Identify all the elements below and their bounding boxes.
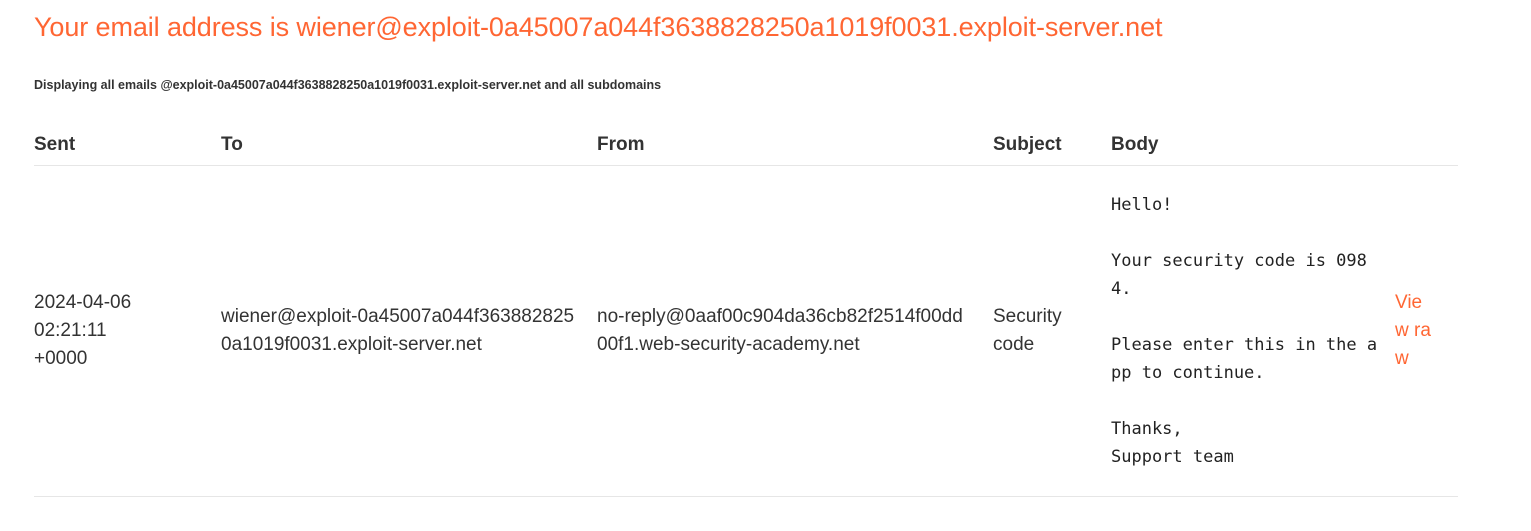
header-row: Sent To From Subject Body bbox=[34, 124, 1458, 166]
table-row: 2024-04-06 02:21:11 +0000 wiener@exploit… bbox=[34, 165, 1458, 497]
view-raw-link[interactable]: View raw bbox=[1395, 289, 1435, 373]
page-subtitle: Displaying all emails @exploit-0a45007a0… bbox=[34, 78, 662, 92]
email-table: Sent To From Subject Body 2024-04-06 02:… bbox=[34, 124, 1458, 497]
email-body: Hello! Your security code is 0984. Pleas… bbox=[1111, 195, 1378, 467]
sender-address: no-reply@0aaf00c904da36cb82f2514f00dd00f… bbox=[597, 306, 963, 355]
cell-sent: 2024-04-06 02:21:11 +0000 bbox=[34, 165, 221, 497]
sent-date: 2024-04-06 02:21:11 +0000 bbox=[34, 292, 132, 369]
column-header-to: To bbox=[221, 124, 597, 166]
column-header-body: Body bbox=[1111, 124, 1395, 166]
column-header-subject: Subject bbox=[993, 124, 1111, 166]
cell-body: Hello! Your security code is 0984. Pleas… bbox=[1111, 165, 1395, 497]
page-title: Your email address is wiener@exploit-0a4… bbox=[34, 12, 1163, 42]
email-table-header: Sent To From Subject Body bbox=[34, 124, 1458, 166]
cell-to: wiener@exploit-0a45007a044f3638828250a10… bbox=[221, 165, 597, 497]
cell-subject: Security code bbox=[993, 165, 1111, 497]
email-subject: Security code bbox=[993, 306, 1062, 355]
cell-action: View raw bbox=[1395, 165, 1458, 497]
recipient-address: wiener@exploit-0a45007a044f3638828250a10… bbox=[221, 306, 575, 355]
column-header-from: From bbox=[597, 124, 993, 166]
column-header-action bbox=[1395, 124, 1458, 166]
column-header-sent: Sent bbox=[34, 124, 221, 166]
cell-from: no-reply@0aaf00c904da36cb82f2514f00dd00f… bbox=[597, 165, 993, 497]
